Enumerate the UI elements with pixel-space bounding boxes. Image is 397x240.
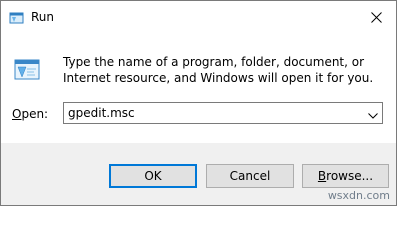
run-app-icon (13, 58, 41, 82)
browse-accelerator: B (317, 169, 327, 183)
title-bar[interactable]: Run (1, 1, 396, 34)
run-app-icon (9, 10, 25, 24)
open-label-text: pen: (21, 107, 49, 121)
ok-button[interactable]: OK (109, 164, 197, 188)
open-label: Open: (12, 106, 48, 122)
close-button[interactable] (356, 1, 396, 34)
open-input[interactable]: gpedit.msc (68, 105, 135, 121)
browse-button[interactable]: Browse... (302, 164, 389, 188)
dropdown-button[interactable] (364, 103, 382, 123)
chevron-down-icon (368, 104, 378, 123)
cancel-button[interactable]: Cancel (206, 164, 294, 188)
browse-label: rowse... (326, 169, 374, 183)
window-title: Run (31, 10, 55, 24)
close-icon (370, 8, 382, 27)
run-dialog: Run Type the name of a program, folder, … (0, 0, 397, 206)
run-description: Type the name of a program, folder, docu… (63, 55, 374, 85)
watermark: wsxdn.com (327, 189, 390, 202)
open-combobox[interactable]: gpedit.msc (63, 102, 383, 124)
